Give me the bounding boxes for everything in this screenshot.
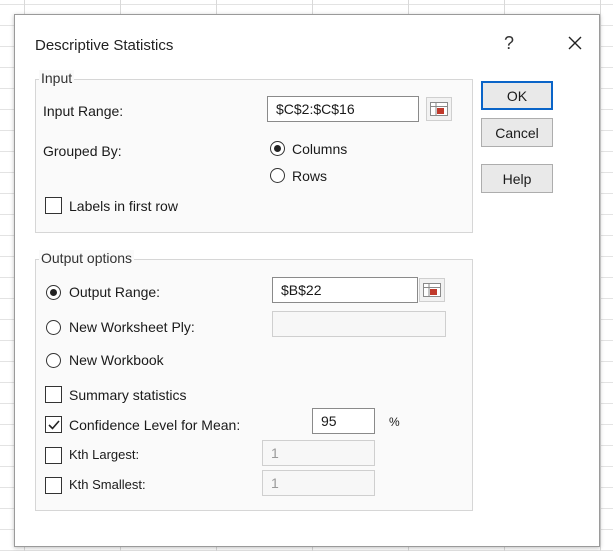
summary-statistics-label[interactable]: Summary statistics xyxy=(69,387,186,403)
grouped-by-label: Grouped By: xyxy=(43,143,122,159)
confidence-level-checkbox[interactable] xyxy=(45,416,62,433)
kth-smallest-checkbox[interactable] xyxy=(45,477,62,494)
rows-radio[interactable] xyxy=(270,168,285,183)
dialog-title: Descriptive Statistics xyxy=(35,37,174,54)
confidence-level-label[interactable]: Confidence Level for Mean: xyxy=(69,417,240,433)
kth-smallest-field[interactable]: 1 xyxy=(262,470,375,496)
input-range-label: Input Range: xyxy=(43,103,124,119)
percent-unit-label: % xyxy=(389,415,400,429)
new-workbook-label[interactable]: New Workbook xyxy=(69,352,164,368)
labels-first-row-label[interactable]: Labels in first row xyxy=(69,198,178,214)
new-worksheet-ply-radio[interactable] xyxy=(46,320,61,335)
range-selector-icon xyxy=(430,102,448,116)
output-options-label: Output options xyxy=(39,250,135,266)
output-range-radio[interactable] xyxy=(46,285,61,300)
help-question-icon[interactable]: ? xyxy=(504,33,514,54)
kth-smallest-label[interactable]: Kth Smallest: xyxy=(69,477,146,492)
rows-radio-label[interactable]: Rows xyxy=(292,168,327,184)
checkmark-icon xyxy=(47,419,60,430)
kth-largest-checkbox[interactable] xyxy=(45,447,62,464)
range-selector-icon xyxy=(423,283,441,297)
output-range-field[interactable]: $B$22 xyxy=(272,277,418,303)
labels-first-row-checkbox[interactable] xyxy=(45,197,62,214)
output-range-collapse-button[interactable] xyxy=(419,278,445,302)
kth-largest-field[interactable]: 1 xyxy=(262,440,375,466)
input-range-field[interactable]: $C$2:$C$16 xyxy=(267,96,419,122)
input-range-collapse-button[interactable] xyxy=(426,97,452,121)
new-worksheet-ply-field[interactable] xyxy=(272,311,446,337)
help-button[interactable]: Help xyxy=(481,164,553,193)
summary-statistics-checkbox[interactable] xyxy=(45,386,62,403)
kth-largest-label[interactable]: Kth Largest: xyxy=(69,447,139,462)
columns-radio[interactable] xyxy=(270,141,285,156)
descriptive-statistics-dialog: Descriptive Statistics ? Input Input Ran… xyxy=(14,14,600,547)
output-range-label[interactable]: Output Range: xyxy=(69,284,160,300)
confidence-level-field[interactable]: 95 xyxy=(312,408,375,434)
new-worksheet-ply-label[interactable]: New Worksheet Ply: xyxy=(69,319,195,335)
new-workbook-radio[interactable] xyxy=(46,353,61,368)
columns-radio-label[interactable]: Columns xyxy=(292,141,347,157)
input-group-label: Input xyxy=(39,70,75,86)
cancel-button[interactable]: Cancel xyxy=(481,118,553,147)
ok-button[interactable]: OK xyxy=(481,81,553,110)
close-icon[interactable] xyxy=(562,30,588,56)
